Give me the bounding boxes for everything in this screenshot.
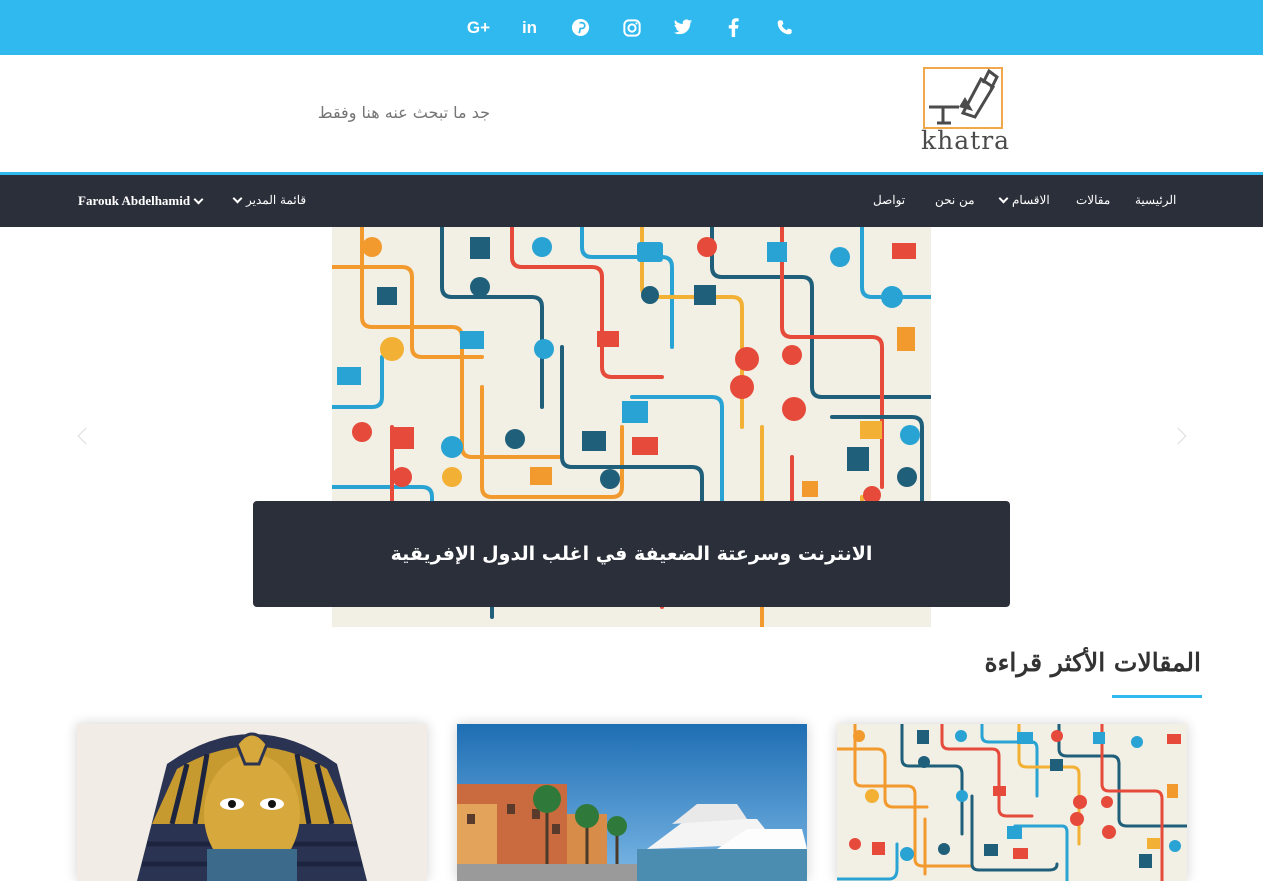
admin-menu-dropdown[interactable]: قائمة المدير (232, 193, 307, 207)
chevron-down-icon (998, 193, 1009, 203)
nav-item-label: تواصل (873, 193, 906, 207)
nav-item-label: الاقسام (1012, 193, 1050, 207)
nav-item-home[interactable]: الرئيسية (1135, 193, 1176, 207)
article-card-marina[interactable] (457, 724, 807, 881)
slider-prev-arrow-icon[interactable] (77, 427, 95, 445)
article-card-pharaoh[interactable] (77, 724, 427, 881)
search-input[interactable] (290, 103, 490, 122)
pen-icon (929, 68, 999, 125)
facebook-icon[interactable] (722, 16, 746, 40)
pinterest-icon[interactable] (569, 16, 593, 40)
article-thumbnail (837, 724, 1187, 881)
section-title: المقالات الأكثر قراءة (984, 648, 1201, 677)
social-links: G+ in (467, 16, 797, 40)
article-card-internet[interactable] (837, 724, 1187, 881)
google-plus-icon[interactable]: G+ (467, 16, 491, 40)
logo-text: khatra (921, 126, 1011, 155)
social-topbar: G+ in (0, 0, 1263, 55)
article-thumbnail (77, 724, 427, 881)
slide-caption-title: الانترنت وسرعتة الضعيفة في اغلب الدول ال… (390, 543, 873, 565)
user-menu-dropdown[interactable]: Farouk Abdelhamid (78, 193, 204, 209)
linkedin-icon[interactable]: in (518, 16, 542, 40)
nav-item-categories[interactable]: الاقسام (998, 193, 1050, 207)
instagram-icon[interactable] (620, 16, 644, 40)
nav-item-articles[interactable]: مقالات (1076, 193, 1110, 207)
nav-item-contact[interactable]: تواصل (873, 193, 905, 207)
nav-item-label: الرئيسية (1135, 193, 1177, 207)
main-nav: الرئيسية مقالات الاقسام من نحن تواصل قائ… (0, 175, 1263, 227)
section-title-underline (1112, 695, 1202, 698)
twitter-icon[interactable] (671, 16, 695, 40)
nav-item-about[interactable]: من نحن (935, 193, 975, 207)
nav-item-label: من نحن (935, 193, 975, 207)
slide-caption[interactable]: الانترنت وسرعتة الضعيفة في اغلب الدول ال… (253, 501, 1010, 607)
site-logo[interactable]: khatra (918, 63, 1010, 158)
admin-menu-label: قائمة المدير (246, 193, 307, 207)
article-thumbnail (457, 724, 807, 881)
phone-icon[interactable] (773, 16, 797, 40)
chevron-down-icon (193, 194, 204, 204)
chevron-down-icon (232, 193, 243, 203)
site-header: khatra (0, 55, 1263, 173)
user-name: Farouk Abdelhamid (78, 193, 191, 208)
slider-next-arrow-icon[interactable] (1169, 427, 1187, 445)
nav-item-label: مقالات (1076, 193, 1111, 207)
